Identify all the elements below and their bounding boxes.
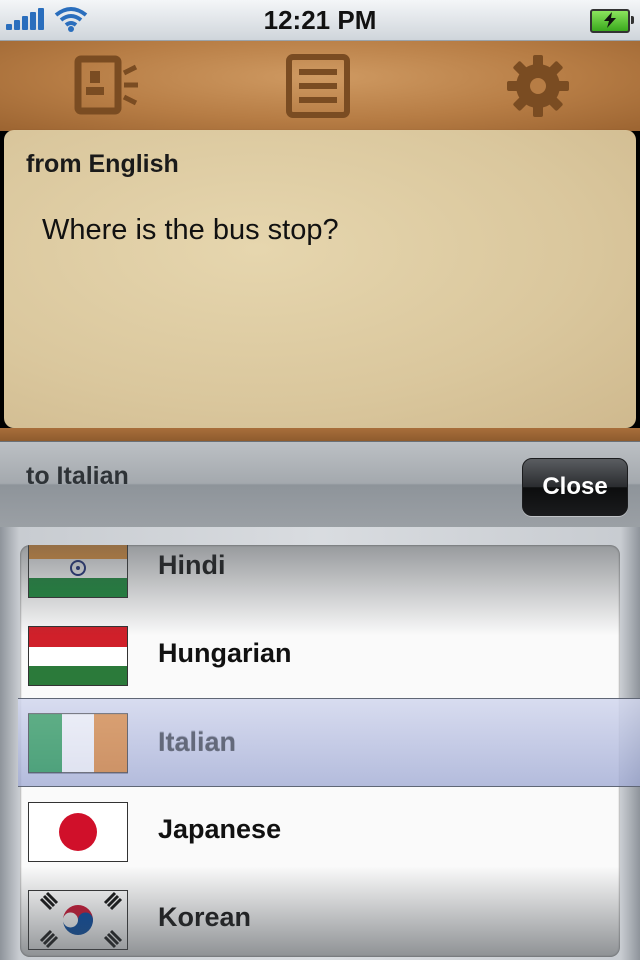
leather-divider [0, 428, 640, 442]
contacts-button[interactable] [72, 51, 142, 121]
japan-flag-icon [28, 802, 128, 862]
picker-row-hindi[interactable]: Hindi [20, 545, 620, 611]
main-toolbar [0, 41, 640, 131]
language-label: Hungarian [158, 638, 292, 668]
battery-icon [590, 9, 634, 33]
status-time: 12:21 PM [263, 5, 377, 35]
close-button[interactable]: Close [522, 458, 628, 516]
gear-icon [507, 55, 569, 117]
hungary-flag-icon [28, 626, 128, 686]
picker-row-hungarian[interactable]: Hungarian [20, 611, 620, 699]
picker-row-japanese[interactable]: Japanese [20, 787, 620, 875]
list-icon [286, 54, 350, 118]
korea-flag-icon [28, 890, 128, 950]
to-language-label: to Italian [26, 462, 129, 490]
language-label: Japanese [158, 814, 282, 844]
italy-flag-icon [28, 713, 128, 773]
selected-language-label: Italian [158, 727, 237, 757]
contacts-icon [74, 55, 138, 115]
picker-selection-indicator: Italian [18, 698, 640, 787]
india-flag-icon [28, 545, 128, 598]
source-text-card[interactable]: from English Where is the bus stop? [4, 130, 636, 428]
from-language-label: from English [26, 150, 179, 178]
picker-toolbar: to Italian Close [0, 441, 640, 528]
picker-row-korean[interactable]: Korean [20, 875, 620, 957]
source-text: Where is the bus stop? [42, 214, 339, 246]
list-button[interactable] [283, 51, 353, 121]
settings-button[interactable] [503, 51, 573, 121]
language-label: Korean [158, 902, 252, 932]
language-label: Hindi [158, 550, 226, 580]
status-bar: 12:21 PM [0, 0, 640, 41]
